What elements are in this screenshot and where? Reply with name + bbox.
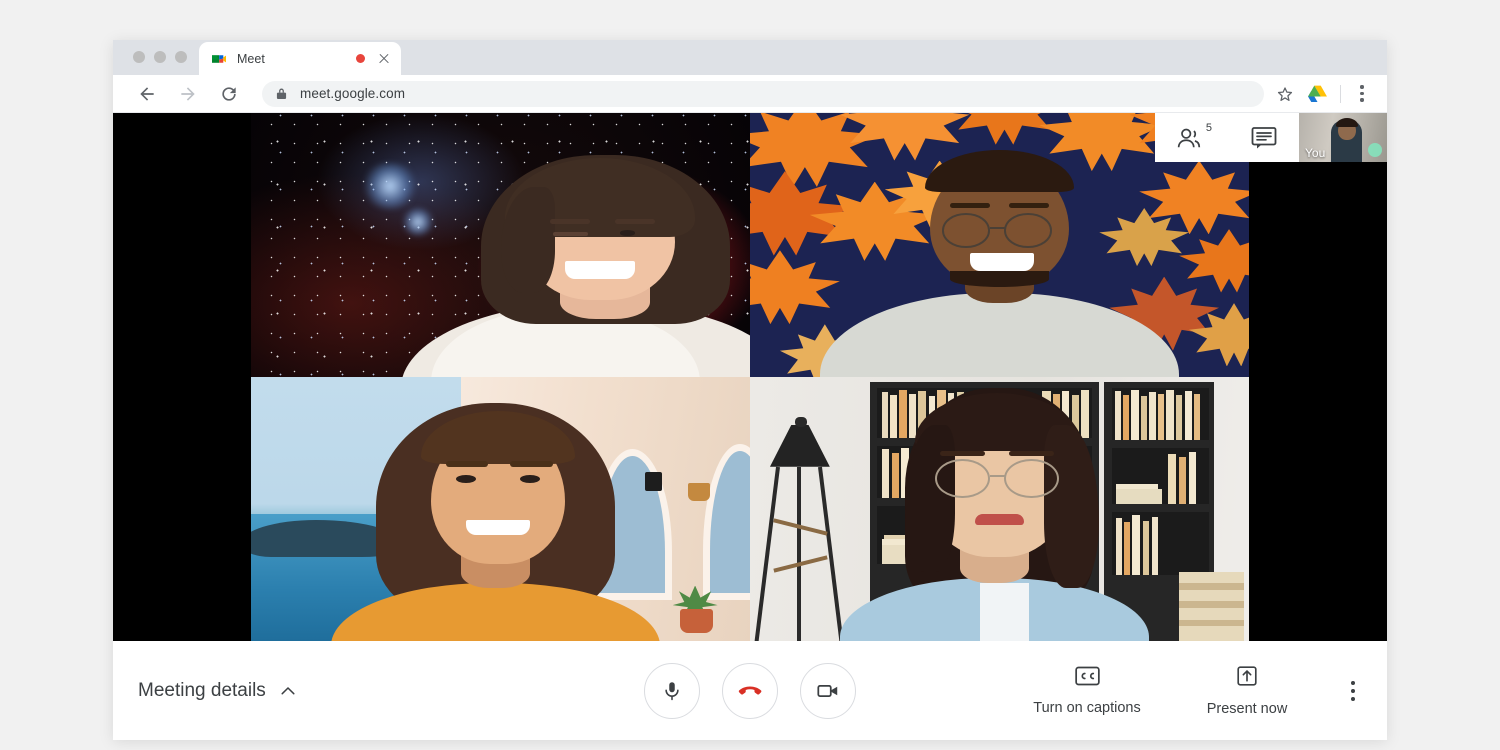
browser-window: Meet meet.google.com bbox=[113, 40, 1387, 740]
person-beard bbox=[950, 271, 1050, 287]
person-brow bbox=[615, 219, 655, 225]
address-bar-url: meet.google.com bbox=[300, 86, 405, 101]
hang-up-button[interactable] bbox=[722, 663, 778, 719]
address-bar[interactable]: meet.google.com bbox=[262, 81, 1264, 107]
mic-active-icon bbox=[1368, 143, 1382, 157]
meet-right-controls: Turn on captions Present now bbox=[1007, 665, 1373, 717]
more-dot bbox=[1351, 689, 1355, 693]
minimize-window-button[interactable] bbox=[154, 51, 166, 63]
glasses-lens bbox=[935, 459, 990, 499]
present-now-label: Present now bbox=[1207, 701, 1288, 717]
present-now-button[interactable]: Present now bbox=[1167, 665, 1327, 717]
participant-3-person bbox=[251, 377, 750, 641]
person-eye bbox=[456, 475, 476, 483]
person-brow bbox=[950, 203, 990, 208]
turn-on-captions-button[interactable]: Turn on captions bbox=[1007, 666, 1167, 716]
participant-tile-1[interactable] bbox=[251, 113, 750, 377]
person-hair bbox=[925, 150, 1075, 192]
toolbar-divider bbox=[1340, 85, 1341, 103]
glasses-bridge bbox=[990, 227, 1006, 229]
menu-dot bbox=[1360, 98, 1363, 101]
tab-meet[interactable]: Meet bbox=[199, 42, 401, 75]
person-brow bbox=[1009, 203, 1049, 208]
person-brow bbox=[510, 461, 552, 467]
meet-top-right-controls: 5 You bbox=[1155, 113, 1387, 162]
participant-video-grid bbox=[251, 113, 1249, 641]
close-tab-icon[interactable] bbox=[377, 52, 391, 66]
back-arrow-icon[interactable] bbox=[133, 80, 161, 108]
person-eye bbox=[520, 475, 540, 483]
present-screen-icon bbox=[1236, 665, 1258, 692]
forward-arrow-icon[interactable] bbox=[174, 80, 202, 108]
bookmark-star-icon[interactable] bbox=[1272, 81, 1298, 107]
reload-icon[interactable] bbox=[215, 80, 243, 108]
close-window-button[interactable] bbox=[133, 51, 145, 63]
lock-icon bbox=[276, 87, 287, 100]
self-view-label: You bbox=[1305, 146, 1325, 160]
chevron-up-icon bbox=[280, 683, 296, 699]
more-options-button[interactable] bbox=[1333, 669, 1373, 713]
glasses-lens bbox=[1004, 213, 1051, 247]
more-dot bbox=[1351, 697, 1355, 701]
turn-on-captions-label: Turn on captions bbox=[1033, 700, 1140, 716]
tab-title: Meet bbox=[237, 52, 356, 66]
person-mouth bbox=[565, 261, 635, 279]
meet-call-controls bbox=[644, 663, 856, 719]
closed-captions-icon bbox=[1075, 666, 1100, 691]
meeting-details-label: Meeting details bbox=[138, 680, 266, 702]
tab-strip: Meet bbox=[113, 40, 1387, 75]
person-brow bbox=[940, 451, 985, 456]
person-mouth bbox=[975, 514, 1025, 525]
more-dot bbox=[1351, 681, 1355, 685]
person-eye bbox=[620, 230, 635, 235]
person-hoodie bbox=[331, 583, 660, 641]
participant-4-person bbox=[750, 377, 1249, 641]
camera-button[interactable] bbox=[800, 663, 856, 719]
person-collar-gap bbox=[980, 583, 1030, 641]
person-mouth bbox=[970, 253, 1035, 271]
person-brow bbox=[550, 219, 590, 225]
maximize-window-button[interactable] bbox=[175, 51, 187, 63]
person-shirt bbox=[820, 293, 1179, 377]
browser-toolbar: meet.google.com bbox=[113, 75, 1387, 113]
participant-tile-4[interactable] bbox=[750, 377, 1249, 641]
meet-video-stage: 5 You bbox=[113, 113, 1387, 641]
chat-button[interactable] bbox=[1251, 126, 1277, 150]
participant-tile-3[interactable] bbox=[251, 377, 750, 641]
person-brow bbox=[1009, 451, 1054, 456]
menu-dot bbox=[1360, 85, 1363, 88]
person-brow bbox=[446, 461, 488, 467]
microphone-button[interactable] bbox=[644, 663, 700, 719]
glasses-bridge bbox=[990, 475, 1007, 477]
self-view-person-hair bbox=[1336, 118, 1358, 127]
glasses-lens bbox=[942, 213, 989, 247]
person-hair-side bbox=[1044, 425, 1099, 589]
show-participants-button[interactable]: 5 bbox=[1177, 126, 1207, 150]
meet-bottom-bar: Meeting details bbox=[113, 641, 1387, 740]
meet-icon-panel: 5 bbox=[1155, 113, 1299, 162]
window-traffic-lights bbox=[113, 51, 199, 75]
participant-count-badge: 5 bbox=[1206, 122, 1212, 134]
person-eye-closed bbox=[553, 232, 588, 236]
google-meet-favicon-icon bbox=[211, 51, 227, 67]
participant-1-person bbox=[251, 113, 750, 377]
person-mouth bbox=[466, 520, 531, 536]
recording-indicator-icon[interactable] bbox=[356, 54, 365, 63]
self-view-thumbnail[interactable]: You bbox=[1299, 113, 1387, 162]
meeting-details-button[interactable]: Meeting details bbox=[138, 680, 296, 702]
google-drive-icon[interactable] bbox=[1304, 81, 1330, 107]
browser-menu-icon[interactable] bbox=[1351, 81, 1373, 107]
menu-dot bbox=[1360, 92, 1363, 95]
